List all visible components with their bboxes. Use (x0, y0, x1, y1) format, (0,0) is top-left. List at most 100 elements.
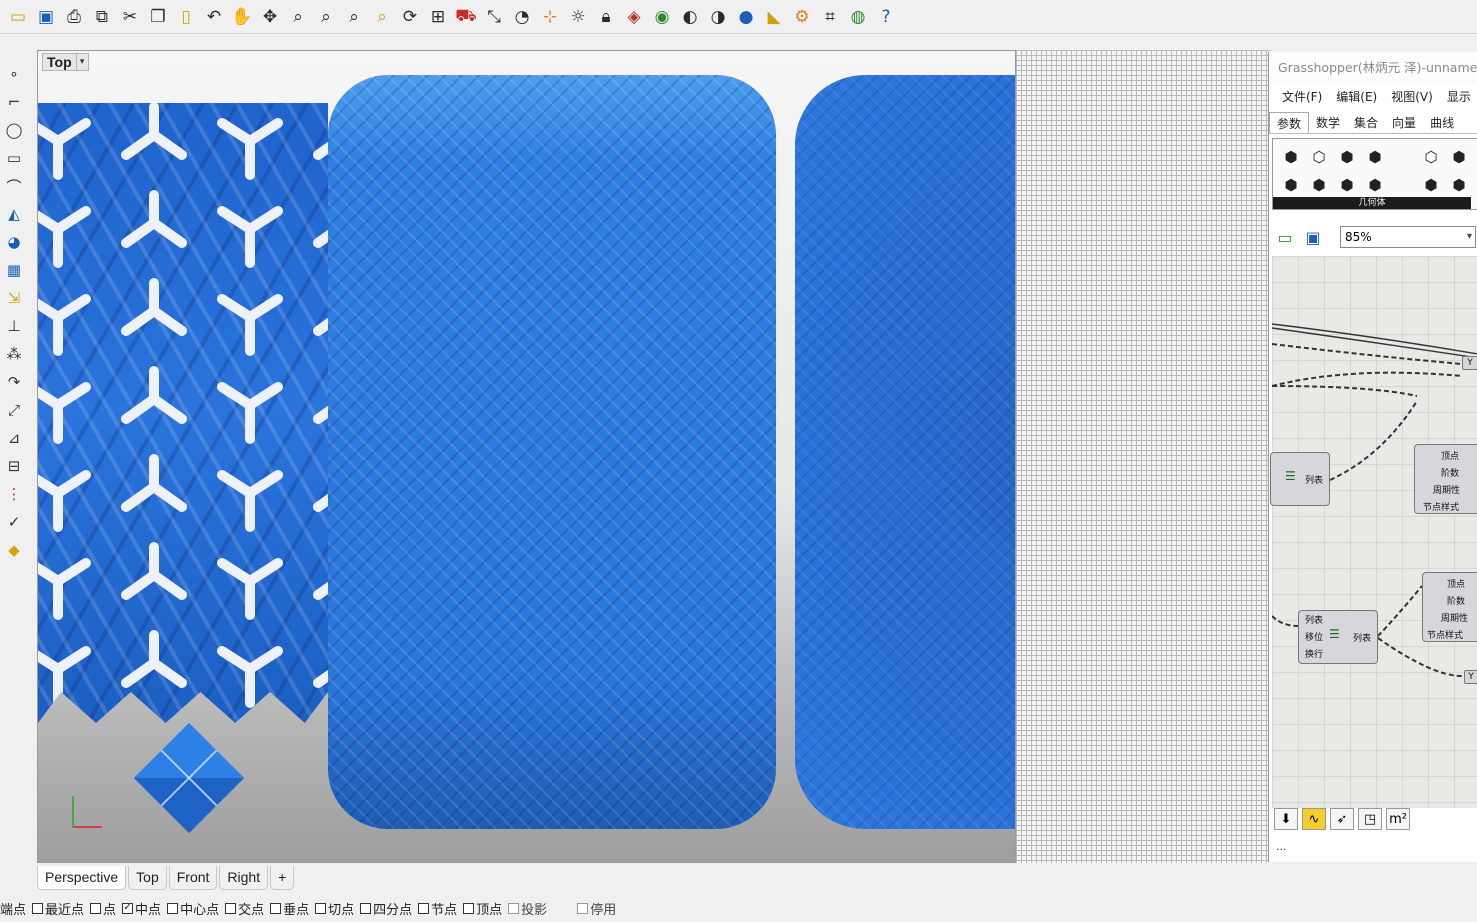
copy-icon[interactable]: ❐ (146, 4, 170, 30)
render-icon[interactable]: ◣ (762, 4, 786, 30)
car-icon[interactable]: ⛟ (454, 4, 478, 30)
param-curve-icon[interactable]: ⬢ (1277, 143, 1305, 171)
arrow-icon[interactable]: ➶ (1330, 808, 1354, 830)
snap-tools-icon[interactable]: ⤢ (2, 396, 26, 424)
menu-view[interactable]: 视图(V) (1391, 88, 1433, 110)
tab-vector[interactable]: 向量 (1385, 112, 1423, 133)
y-pattern-surface[interactable] (38, 103, 328, 723)
osnap-item[interactable]: 点 (90, 899, 116, 918)
tab-maths[interactable]: 数学 (1309, 112, 1347, 133)
zoom-select[interactable]: 85% ▾ (1340, 226, 1476, 248)
gear-icon[interactable]: ⚙ (790, 4, 814, 30)
top-viewport[interactable]: Top ▾ (37, 50, 1016, 863)
param-field-icon[interactable]: ⬢ (1445, 171, 1473, 199)
tab-right[interactable]: Right (219, 866, 269, 890)
paint-icon[interactable]: ◆ (2, 536, 26, 564)
checkbox-icon[interactable] (32, 902, 44, 914)
circle-icon[interactable]: ◯ (2, 116, 26, 144)
zoom-extents-icon[interactable]: ⌕ (342, 4, 366, 30)
light-icon[interactable]: ☼ (566, 4, 590, 30)
import-icon[interactable]: ⧉ (90, 4, 114, 30)
grasshopper-icon[interactable]: ◍ (846, 4, 870, 30)
zoom-icon[interactable]: ⌕ (286, 4, 310, 30)
osnap-item[interactable]: 切点 (315, 899, 354, 918)
open-folder-icon[interactable]: ▭ (1274, 226, 1296, 248)
y-param-node-1[interactable]: Y (1462, 356, 1477, 370)
save-icon[interactable]: ▣ (34, 4, 58, 30)
diamond-tile[interactable] (133, 722, 245, 834)
section-icon[interactable]: ⋮ (2, 480, 26, 508)
param-plane-icon[interactable]: ⬢ (1305, 171, 1333, 199)
options-icon[interactable]: ⌗ (818, 4, 842, 30)
check-icon[interactable]: ✓ (2, 508, 26, 536)
tab-top[interactable]: Top (128, 866, 167, 890)
dim-icon[interactable]: ⤡ (482, 4, 506, 30)
osnap-item[interactable]: 四分点 (360, 899, 412, 918)
undo-icon[interactable]: ↶ (202, 4, 226, 30)
shift-list-node[interactable]: 列表 移位 换行 ☰ 列表 (1298, 610, 1378, 664)
curve-icon[interactable]: ⌒ (2, 172, 26, 200)
surface-icon[interactable]: ◭ (2, 200, 26, 228)
textured-rounded-slab-right[interactable] (795, 75, 1015, 829)
box-icon[interactable]: ◳ (1358, 808, 1382, 830)
transform-icon[interactable]: ⇲ (2, 284, 26, 312)
color-wheel-icon[interactable]: ◉ (650, 4, 674, 30)
dimension-icon[interactable]: ⊥ (2, 312, 26, 340)
param-point-icon[interactable]: ⬢ (1277, 171, 1305, 199)
checkbox-icon[interactable] (270, 902, 282, 914)
checkbox-icon[interactable] (418, 902, 430, 914)
tab-perspective[interactable]: Perspective (37, 866, 127, 890)
osnap-item[interactable]: 投影 (508, 899, 547, 918)
param-line-icon[interactable]: ⬢ (1361, 143, 1389, 171)
viewport-label[interactable]: Top ▾ (42, 53, 89, 71)
rectangle-icon[interactable]: ▭ (2, 144, 26, 172)
layer-icon[interactable]: ◈ (622, 4, 646, 30)
textured-rounded-slab-left[interactable] (328, 75, 776, 829)
snap-icon[interactable]: ⊹ (538, 4, 562, 30)
param-mesh-icon[interactable]: ⬢ (1445, 143, 1473, 171)
osnap-item[interactable]: 端点 (0, 899, 26, 918)
blue-sphere-icon[interactable]: ● (734, 4, 758, 30)
menu-file[interactable]: 文件(F) (1282, 88, 1322, 110)
cut-icon[interactable]: ✂ (118, 4, 142, 30)
osnap-item[interactable]: 垂点 (270, 899, 309, 918)
download-icon[interactable]: ⬇ (1274, 808, 1298, 830)
param-geometry-icon[interactable]: ⬢ (1361, 171, 1389, 199)
menu-display[interactable]: 显示 (1447, 88, 1471, 110)
edit-icon[interactable]: ⊿ (2, 424, 26, 452)
osnap-item[interactable]: ✓ 中点 (122, 899, 161, 918)
polyline-icon[interactable]: ⌐ (2, 88, 26, 116)
help-icon[interactable]: ? (874, 4, 898, 30)
zoom-window-icon[interactable]: ⌕ (314, 4, 338, 30)
osnap-item[interactable]: 顶点 (463, 899, 502, 918)
paste-icon[interactable]: ▯ (174, 4, 198, 30)
mesh-icon[interactable]: ▦ (2, 256, 26, 284)
save-icon[interactable]: ▣ (1302, 226, 1324, 248)
rendered-sphere-icon[interactable]: ◑ (706, 4, 730, 30)
print-icon[interactable]: ⎙ (62, 4, 86, 30)
history-icon[interactable]: ◔ (510, 4, 534, 30)
preview-icon[interactable]: ∿ (1302, 808, 1326, 830)
checkbox-icon[interactable] (360, 902, 372, 914)
param-box-icon[interactable]: ⬢ (1417, 171, 1445, 199)
osnap-item[interactable]: 中心点 (167, 899, 219, 918)
add-viewport-button[interactable]: + (270, 866, 295, 890)
tab-params[interactable]: 参数 (1269, 112, 1310, 133)
checkbox-icon[interactable] (90, 902, 102, 914)
checkbox-icon[interactable] (315, 902, 327, 914)
checkbox-icon[interactable] (508, 902, 520, 914)
param-circle-icon[interactable]: ⬡ (1305, 143, 1333, 171)
param-arc-icon[interactable]: ⬢ (1333, 171, 1361, 199)
chevron-down-icon[interactable]: ▾ (75, 54, 88, 70)
lock-icon[interactable]: 🔒︎ (594, 4, 618, 30)
menu-edit[interactable]: 编辑(E) (1336, 88, 1377, 110)
tab-front[interactable]: Front (168, 866, 218, 890)
point-icon[interactable]: ∘ (2, 60, 26, 88)
osnap-item[interactable]: 停用 (577, 899, 616, 918)
move-view-icon[interactable]: ✥ (258, 4, 282, 30)
solid-icon[interactable]: ◕ (2, 228, 26, 256)
checkbox-icon[interactable] (225, 902, 237, 914)
osnap-item[interactable]: 最近点 (32, 899, 84, 918)
param-surface-icon[interactable]: ⬢ (1333, 143, 1361, 171)
pan-hand-icon[interactable]: ✋ (230, 4, 254, 30)
